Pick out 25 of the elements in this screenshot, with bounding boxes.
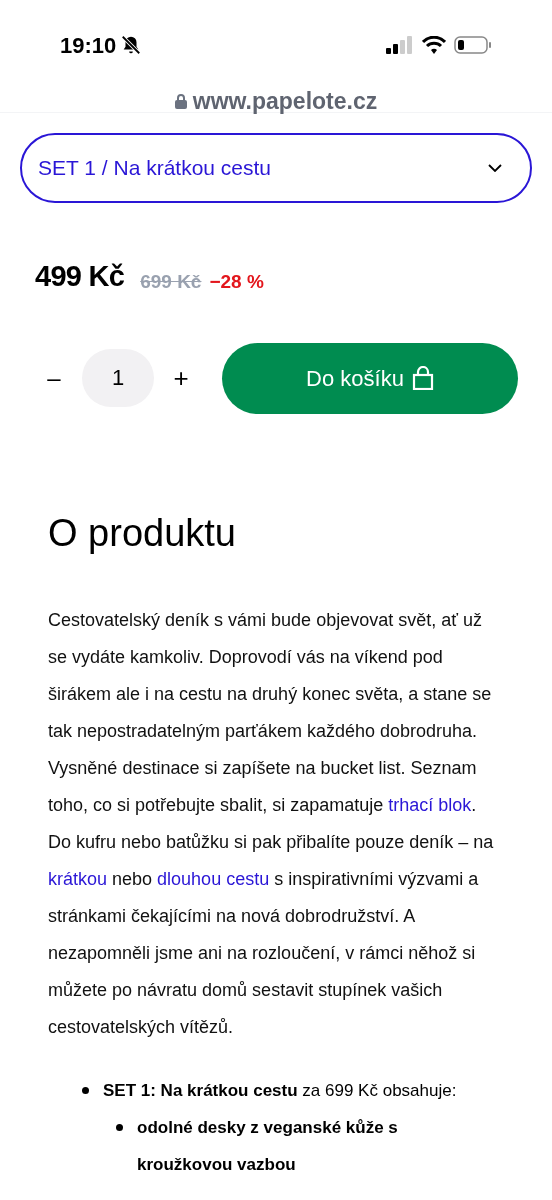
text-link[interactable]: trhací blok xyxy=(388,794,472,815)
description-paragraph: Cestovatelský deník s vámi bude objevovat svět, ať už se vydáte kamkoliv. Doprovodí vás na víkend pod širákem ale i na cestu na druhý konec světa, a stane se tak nepostradatelným parťákem každého dobrodruha. Vysněné destinace si zapíšete na bucket list. Seznam toho, co si potřebujte sbalit, si zapamatuje trhací blok. Do kufru nebo batůžku si pak přibalíte pouze deník – na krátkou nebo dlouhou cestu s inspirativními výzvami a stránkami čekajícími na nová dobrodružství. A nezapomněli jsme ani na rozloučení, v rámci něhož si můžete po návratu domů sestavit stupínek vašich cestovatelských vítězů. xyxy=(48,608,495,1039)
bullet-icon xyxy=(82,1086,89,1094)
increase-button[interactable]: + xyxy=(166,358,196,398)
variant-dropdown[interactable]: SET 1 / Na krátkou cestu xyxy=(20,133,532,203)
list-item-text: SET 1: Na krátkou cestu za 699 Kč obsahuje: xyxy=(103,1079,457,1102)
lock-icon xyxy=(174,93,187,109)
list-item-text: odolné desky z veganské kůže s kroužkovou vazbou xyxy=(137,1116,399,1176)
chevron-down-icon xyxy=(488,164,502,172)
status-time: 19:10 xyxy=(60,31,117,60)
url-text[interactable]: www.papelote.cz xyxy=(192,89,378,113)
current-price: 499 Kč xyxy=(35,259,125,294)
bullet-icon xyxy=(116,1123,123,1131)
add-to-cart-button[interactable]: Do košíku xyxy=(222,342,518,414)
signal-icon xyxy=(386,36,414,54)
quantity-field[interactable]: 1 xyxy=(82,349,154,407)
shopping-bag-icon xyxy=(411,366,434,390)
wifi-icon xyxy=(422,36,446,54)
original-price: 699 Kč xyxy=(140,270,202,294)
text-link[interactable]: krátkou xyxy=(48,868,108,889)
discount-text: −28 % xyxy=(209,270,264,294)
battery-icon xyxy=(454,36,492,54)
decrease-button[interactable]: – xyxy=(40,360,68,396)
section-heading: O produktu xyxy=(48,513,237,552)
text-link[interactable]: dlouhou cestu xyxy=(157,868,270,889)
